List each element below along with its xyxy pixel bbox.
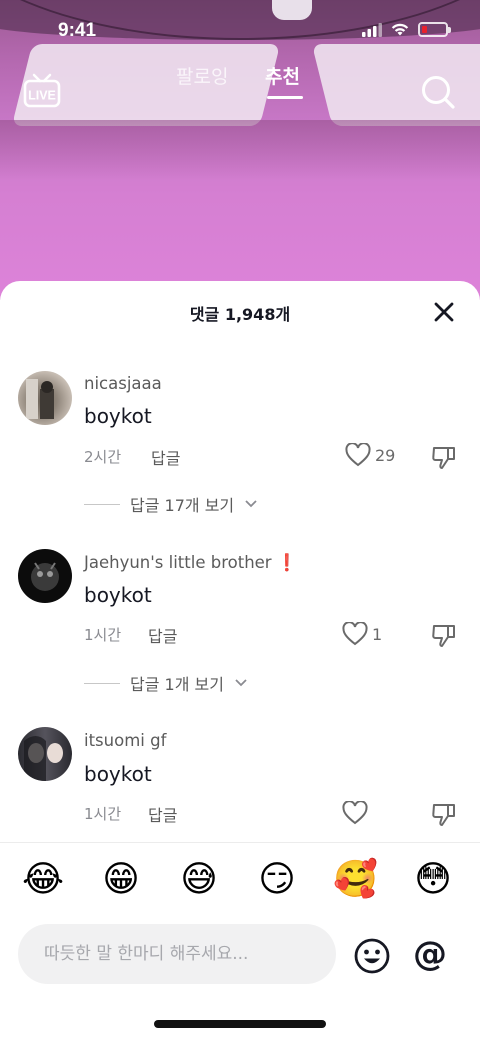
avatar-image <box>26 379 54 419</box>
chevron-down-icon <box>245 500 257 508</box>
dislike-icon[interactable] <box>430 621 458 649</box>
tab-following[interactable]: 팔로잉 <box>176 62 228 89</box>
emoji-picker-icon[interactable] <box>353 937 391 975</box>
heart-icon <box>342 801 368 825</box>
active-tab-indicator <box>267 96 303 99</box>
status-time: 9:41 <box>58 20 97 41</box>
comment-username-text: Jaehyun's little brother <box>84 553 272 572</box>
status-icons <box>362 22 451 37</box>
chevron-down-icon <box>235 679 247 687</box>
reply-button[interactable]: 답글 <box>148 623 177 647</box>
view-replies-label: 답글 1개 보기 <box>130 675 224 694</box>
emoji-sweat-smile-button[interactable]: 😅 <box>177 858 221 902</box>
signal-icon <box>362 22 382 37</box>
video-band <box>0 120 480 180</box>
battery-icon <box>418 22 451 37</box>
comments-header: 댓글 1,948개 <box>0 281 480 341</box>
close-icon[interactable] <box>429 297 459 327</box>
avatar[interactable] <box>18 727 72 781</box>
replies-divider-line <box>84 503 120 505</box>
comment-username[interactable]: itsuomi gf <box>84 731 166 750</box>
comment-time: 1시간 <box>84 626 122 644</box>
like-count: 1 <box>372 624 383 644</box>
heart-icon <box>342 622 368 646</box>
emoji-smiling-hearts-button[interactable]: 🥰 <box>333 858 378 902</box>
live-icon[interactable]: LIVE <box>22 70 62 110</box>
emoji-smirk-button[interactable]: 😏 <box>255 858 299 902</box>
tab-for-you[interactable]: 추천 <box>265 62 300 89</box>
view-replies-label: 답글 17개 보기 <box>130 496 235 515</box>
like-button[interactable]: 1 <box>342 622 382 646</box>
like-button[interactable]: 29 <box>345 443 395 467</box>
view-replies-button[interactable]: 답글 1개 보기 <box>84 671 248 695</box>
emoji-quick-bar: 😂 😁 😅 😏 🥰 😳 <box>0 852 480 912</box>
comment-text: boykot <box>84 404 152 428</box>
like-count: 29 <box>375 445 396 465</box>
input-divider <box>0 842 480 843</box>
comment-time: 2시간 <box>84 448 122 466</box>
heart-icon <box>345 443 371 467</box>
like-button[interactable] <box>342 801 372 825</box>
dislike-icon[interactable] <box>430 800 458 828</box>
wifi-icon <box>391 23 409 36</box>
dislike-icon[interactable] <box>430 443 458 471</box>
avatar[interactable] <box>18 549 72 603</box>
comments-count-title: 댓글 1,948개 <box>189 305 291 324</box>
comment-username[interactable]: nicasjaaa <box>84 374 162 393</box>
comment-time: 1시간 <box>84 805 122 823</box>
home-indicator <box>154 1020 326 1028</box>
view-replies-button[interactable]: 답글 17개 보기 <box>84 492 258 516</box>
status-bar: 9:41 <box>0 0 480 62</box>
avatar-image <box>24 736 63 781</box>
replies-divider-line <box>84 682 120 684</box>
svg-text:LIVE: LIVE <box>28 89 56 103</box>
emoji-joy-button[interactable]: 😂 <box>21 858 65 902</box>
reply-button[interactable]: 답글 <box>151 445 180 469</box>
comment-text: boykot <box>84 762 152 786</box>
search-icon[interactable] <box>418 72 458 112</box>
reply-button[interactable]: 답글 <box>148 802 177 826</box>
avatar[interactable] <box>18 371 72 425</box>
emoji-flushed-button[interactable]: 😳 <box>411 858 455 902</box>
exclamation-badge-icon: ❗ <box>276 553 298 572</box>
top-nav: LIVE 팔로잉 추천 <box>0 62 480 122</box>
comment-text: boykot <box>84 583 152 607</box>
emoji-grin-button[interactable]: 😁 <box>99 858 143 902</box>
avatar-image <box>31 562 59 591</box>
mention-at-button[interactable]: @ <box>410 932 450 976</box>
comment-input[interactable] <box>18 924 336 984</box>
comment-username[interactable]: Jaehyun's little brother ❗ <box>84 553 297 573</box>
